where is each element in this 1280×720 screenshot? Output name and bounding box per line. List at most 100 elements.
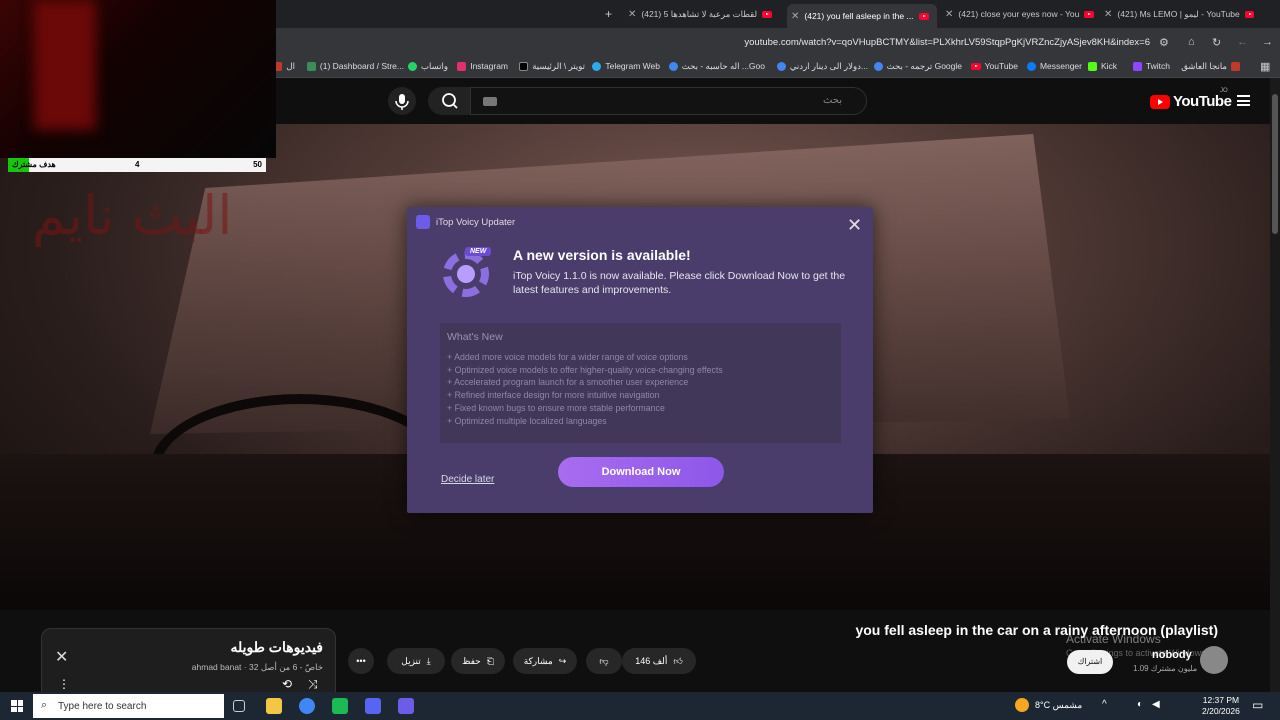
- save-button[interactable]: حفظ ⎗: [451, 648, 505, 674]
- whats-new-item: + Optimized multiple localized languages: [447, 415, 607, 426]
- windows-start-icon[interactable]: [11, 700, 23, 712]
- apps-grid-icon[interactable]: ▦: [1260, 60, 1270, 73]
- download-now-button[interactable]: Download Now: [558, 457, 724, 487]
- url-input[interactable]: youtube.com/watch?v=qoVHupBCTMY&list=PLX…: [744, 37, 1150, 48]
- like-count: 146 ألف: [635, 655, 668, 666]
- keyboard-icon[interactable]: [483, 97, 497, 106]
- volume-icon[interactable]: ◀︎: [1152, 699, 1160, 710]
- avatar[interactable]: [1200, 646, 1228, 674]
- save-label: حفظ: [462, 655, 481, 666]
- page-scrollbar[interactable]: [1270, 78, 1280, 692]
- activate-windows-title: Activate Windows: [1066, 632, 1161, 646]
- more-vert-icon[interactable]: ⋮: [58, 677, 70, 691]
- search-button[interactable]: [428, 87, 472, 115]
- share-button[interactable]: مشاركة ↪: [513, 648, 577, 674]
- bookmark-item[interactable]: Twitch: [1132, 61, 1170, 71]
- home-icon[interactable]: ⌂: [1188, 36, 1195, 48]
- youtube-favicon-icon: [970, 62, 981, 70]
- close-icon[interactable]: ✕: [1104, 9, 1112, 20]
- bookmark-item[interactable]: Kick: [1087, 61, 1117, 71]
- bookmark-item[interactable]: YouTube: [970, 61, 1018, 71]
- forward-arrow-icon[interactable]: ←: [1237, 36, 1248, 48]
- file-explorer-icon[interactable]: [266, 698, 282, 714]
- shuffle-icon[interactable]: ⤨: [308, 677, 318, 692]
- system-clock[interactable]: 12:37 PM 2/20/2026: [1202, 695, 1240, 717]
- bookmark-icon: ⎗: [486, 655, 494, 666]
- subscribe-button[interactable]: اشتراك: [1067, 650, 1113, 674]
- whatsapp-icon: [407, 62, 417, 71]
- bookmark-item[interactable]: اله حاسبه - بحث ...Goo: [668, 61, 765, 72]
- tray-chevron-icon[interactable]: ^: [1102, 699, 1107, 710]
- channel-name[interactable]: nobody: [1152, 649, 1192, 661]
- voice-search-button[interactable]: [388, 87, 416, 115]
- google-icon: [776, 62, 786, 71]
- new-tab-button[interactable]: +: [605, 4, 612, 24]
- youtube-play-icon: [1150, 94, 1170, 109]
- whats-new-item: + Fixed known bugs to ensure more stable…: [447, 402, 665, 413]
- itop-voicy-taskbar-icon[interactable]: [398, 698, 414, 714]
- whats-new-item: + Accelerated program launch for a smoot…: [447, 377, 689, 388]
- back-arrow-icon[interactable]: →: [1262, 36, 1273, 48]
- bookmark-item[interactable]: Telegram Web: [592, 61, 660, 71]
- twitch-icon: [1132, 61, 1142, 71]
- clock-time: 12:37 PM: [1202, 695, 1240, 705]
- decide-later-link[interactable]: Decide later: [441, 474, 494, 485]
- close-icon[interactable]: ✕: [847, 216, 862, 234]
- discord-icon[interactable]: [365, 698, 381, 714]
- bookmark-item[interactable]: واتساب: [407, 61, 448, 72]
- tab-1[interactable]: ✕ (421) Ms LEMO | ليمو - YouTube: [1104, 4, 1254, 24]
- new-badge: NEW: [465, 247, 492, 256]
- tab-3-active[interactable]: ✕ (421) you fell asleep in the ...: [787, 4, 937, 28]
- network-icon[interactable]: ◐: [1137, 699, 1143, 710]
- menu-icon[interactable]: [1237, 95, 1250, 106]
- google-icon: [668, 62, 678, 71]
- search-input[interactable]: بحث: [470, 87, 867, 115]
- bookmark-item[interactable]: دولار الى دينار اردني...: [776, 61, 868, 72]
- youtube-favicon-icon: [1084, 10, 1095, 18]
- bookmark-item[interactable]: ال: [273, 61, 295, 72]
- dislike-button[interactable]: 👎︎: [586, 648, 622, 674]
- site-settings-icon[interactable]: ⚙: [1159, 36, 1169, 49]
- like-button[interactable]: 146 ألف 👍︎: [622, 648, 696, 674]
- telegram-icon: [592, 61, 602, 71]
- taskbar-search-input[interactable]: ⌕ Type here to search: [33, 694, 224, 718]
- download-label: تنزيل: [401, 655, 421, 666]
- tab-4[interactable]: ✕ (421) 5 لقطات مرعبة لا تشاهدها: [628, 4, 778, 24]
- bookmark-item[interactable]: Messenger: [1026, 61, 1082, 71]
- loop-icon[interactable]: ⟲: [282, 677, 292, 691]
- dialog-description: iTop Voicy 1.1.0 is now available. Pleas…: [513, 270, 846, 296]
- reload-icon[interactable]: ↻: [1212, 36, 1221, 49]
- youtube-logo[interactable]: YouTube: [1150, 93, 1232, 110]
- close-icon[interactable]: ✕: [55, 647, 68, 667]
- chrome-icon[interactable]: [299, 698, 315, 714]
- weather-text[interactable]: 8°C مشمس: [1035, 700, 1082, 711]
- bookmark-item[interactable]: Instagram: [457, 61, 508, 71]
- download-button[interactable]: تنزيل ⤓: [387, 648, 445, 674]
- bookmark-item[interactable]: ترجمه - بحث Google: [873, 61, 962, 72]
- app-icon[interactable]: [332, 698, 348, 714]
- video-title: you fell asleep in the car on a rainy af…: [855, 622, 1218, 638]
- dialog-window-title: iTop Voicy Updater: [436, 217, 516, 228]
- bookmark-item[interactable]: (1) Dashboard / Stre...: [306, 61, 404, 71]
- dialog-heading: A new version is available!: [513, 247, 691, 263]
- close-icon[interactable]: ✕: [791, 11, 799, 22]
- bookmark-item[interactable]: مانجا العاشق: [1181, 61, 1240, 72]
- scrollbar-thumb[interactable]: [1272, 94, 1278, 234]
- notifications-icon[interactable]: ▭: [1252, 698, 1263, 712]
- thumbs-down-icon: 👎︎: [599, 655, 609, 666]
- bookmark-item[interactable]: تويتر \ الرئيسية: [519, 61, 585, 72]
- taskbar-search-placeholder: Type here to search: [58, 701, 147, 712]
- tab-2[interactable]: ✕ (421) close your eyes now - You: [945, 4, 1095, 24]
- stream-watermark: البث نايم: [32, 184, 233, 247]
- close-icon[interactable]: ✕: [945, 9, 953, 20]
- share-icon: ↪: [558, 655, 567, 666]
- youtube-favicon-icon: [918, 12, 929, 20]
- close-icon[interactable]: ✕: [628, 9, 636, 20]
- more-actions-button[interactable]: •••: [348, 648, 374, 674]
- google-icon: [873, 62, 883, 71]
- search-placeholder: بحث: [822, 95, 842, 106]
- download-icon: ⤓: [426, 655, 431, 666]
- whats-new-panel: What's New + Added more voice models for…: [440, 323, 841, 443]
- webcam-overlay: [0, 0, 276, 158]
- task-view-icon[interactable]: [233, 700, 245, 712]
